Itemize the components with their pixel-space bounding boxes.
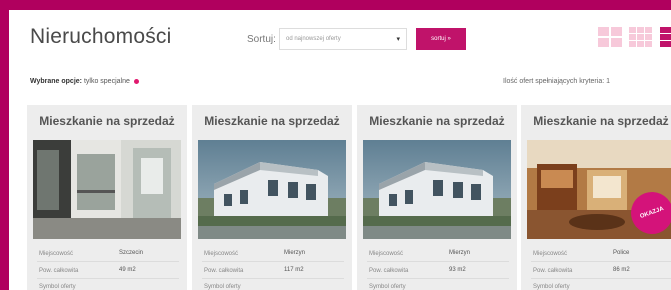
listing-photo[interactable] xyxy=(363,140,511,239)
remove-filter-icon[interactable] xyxy=(133,78,139,84)
attr-row: Miejscowość Szczecin xyxy=(39,250,144,257)
sort-button[interactable]: sortuj » xyxy=(416,28,466,50)
attr-row: Miejscowość Police xyxy=(533,250,630,257)
page-title: Nieruchomości xyxy=(30,25,172,48)
listing-card[interactable]: Mieszkanie na sprzedaż Miejscowość Szcze… xyxy=(27,105,187,290)
attr-row: Pow. całkowita 86 m2 xyxy=(533,267,630,274)
attr-row: Pow. całkowita 49 m2 xyxy=(39,267,136,274)
listing-card[interactable]: Mieszkanie na sprzedaż Miejscowość Mierz… xyxy=(357,105,517,290)
listing-card[interactable]: Mieszkanie na sprzedaż OKAZJA Miejscowoś… xyxy=(521,105,671,290)
attr-row: Pow. całkowita 93 m2 xyxy=(369,267,466,274)
listing-photo[interactable] xyxy=(198,140,346,239)
attr-row: Symbol oferty xyxy=(204,284,241,290)
sort-label: Sortuj: xyxy=(247,34,276,45)
selected-options: Wybrane opcje: tylko specjalne xyxy=(30,78,139,85)
card-title[interactable]: Mieszkanie na sprzedaż xyxy=(192,114,352,128)
attr-row: Symbol oferty xyxy=(533,284,570,290)
listing-page: Nieruchomości Sortuj: od najnowszej ofer… xyxy=(9,10,671,290)
listing-card[interactable]: Mieszkanie na sprzedaż Miejscowość Mierz… xyxy=(192,105,352,290)
options-value: tylko specjalne xyxy=(83,78,130,85)
attr-row: Miejscowość Mierzyn xyxy=(204,250,306,257)
attr-row: Symbol oferty xyxy=(369,284,406,290)
card-title[interactable]: Mieszkanie na sprzedaż xyxy=(357,114,517,128)
results-count: Ilość ofert spełniających kryteria: 1 xyxy=(503,78,610,85)
sort-select[interactable]: od najnowszej oferty ▾ xyxy=(279,28,407,50)
listing-photo[interactable]: OKAZJA xyxy=(527,140,671,239)
options-label: Wybrane opcje: xyxy=(30,78,82,85)
sort-select-value: od najnowszej oferty xyxy=(286,36,341,42)
attr-row: Symbol oferty xyxy=(39,284,76,290)
grid-large-icon[interactable] xyxy=(598,27,622,47)
grid-small-icon[interactable] xyxy=(629,27,653,47)
chevron-down-icon: ▾ xyxy=(396,36,400,43)
listing-photo[interactable] xyxy=(33,140,181,239)
card-title[interactable]: Mieszkanie na sprzedaż xyxy=(27,114,187,128)
attr-row: Miejscowość Mierzyn xyxy=(369,250,471,257)
list-view-icon[interactable] xyxy=(660,27,671,47)
header: Nieruchomości Sortuj: od najnowszej ofer… xyxy=(9,10,671,62)
card-title[interactable]: Mieszkanie na sprzedaż xyxy=(521,114,671,128)
attr-row: Pow. całkowita 117 m2 xyxy=(204,267,304,274)
